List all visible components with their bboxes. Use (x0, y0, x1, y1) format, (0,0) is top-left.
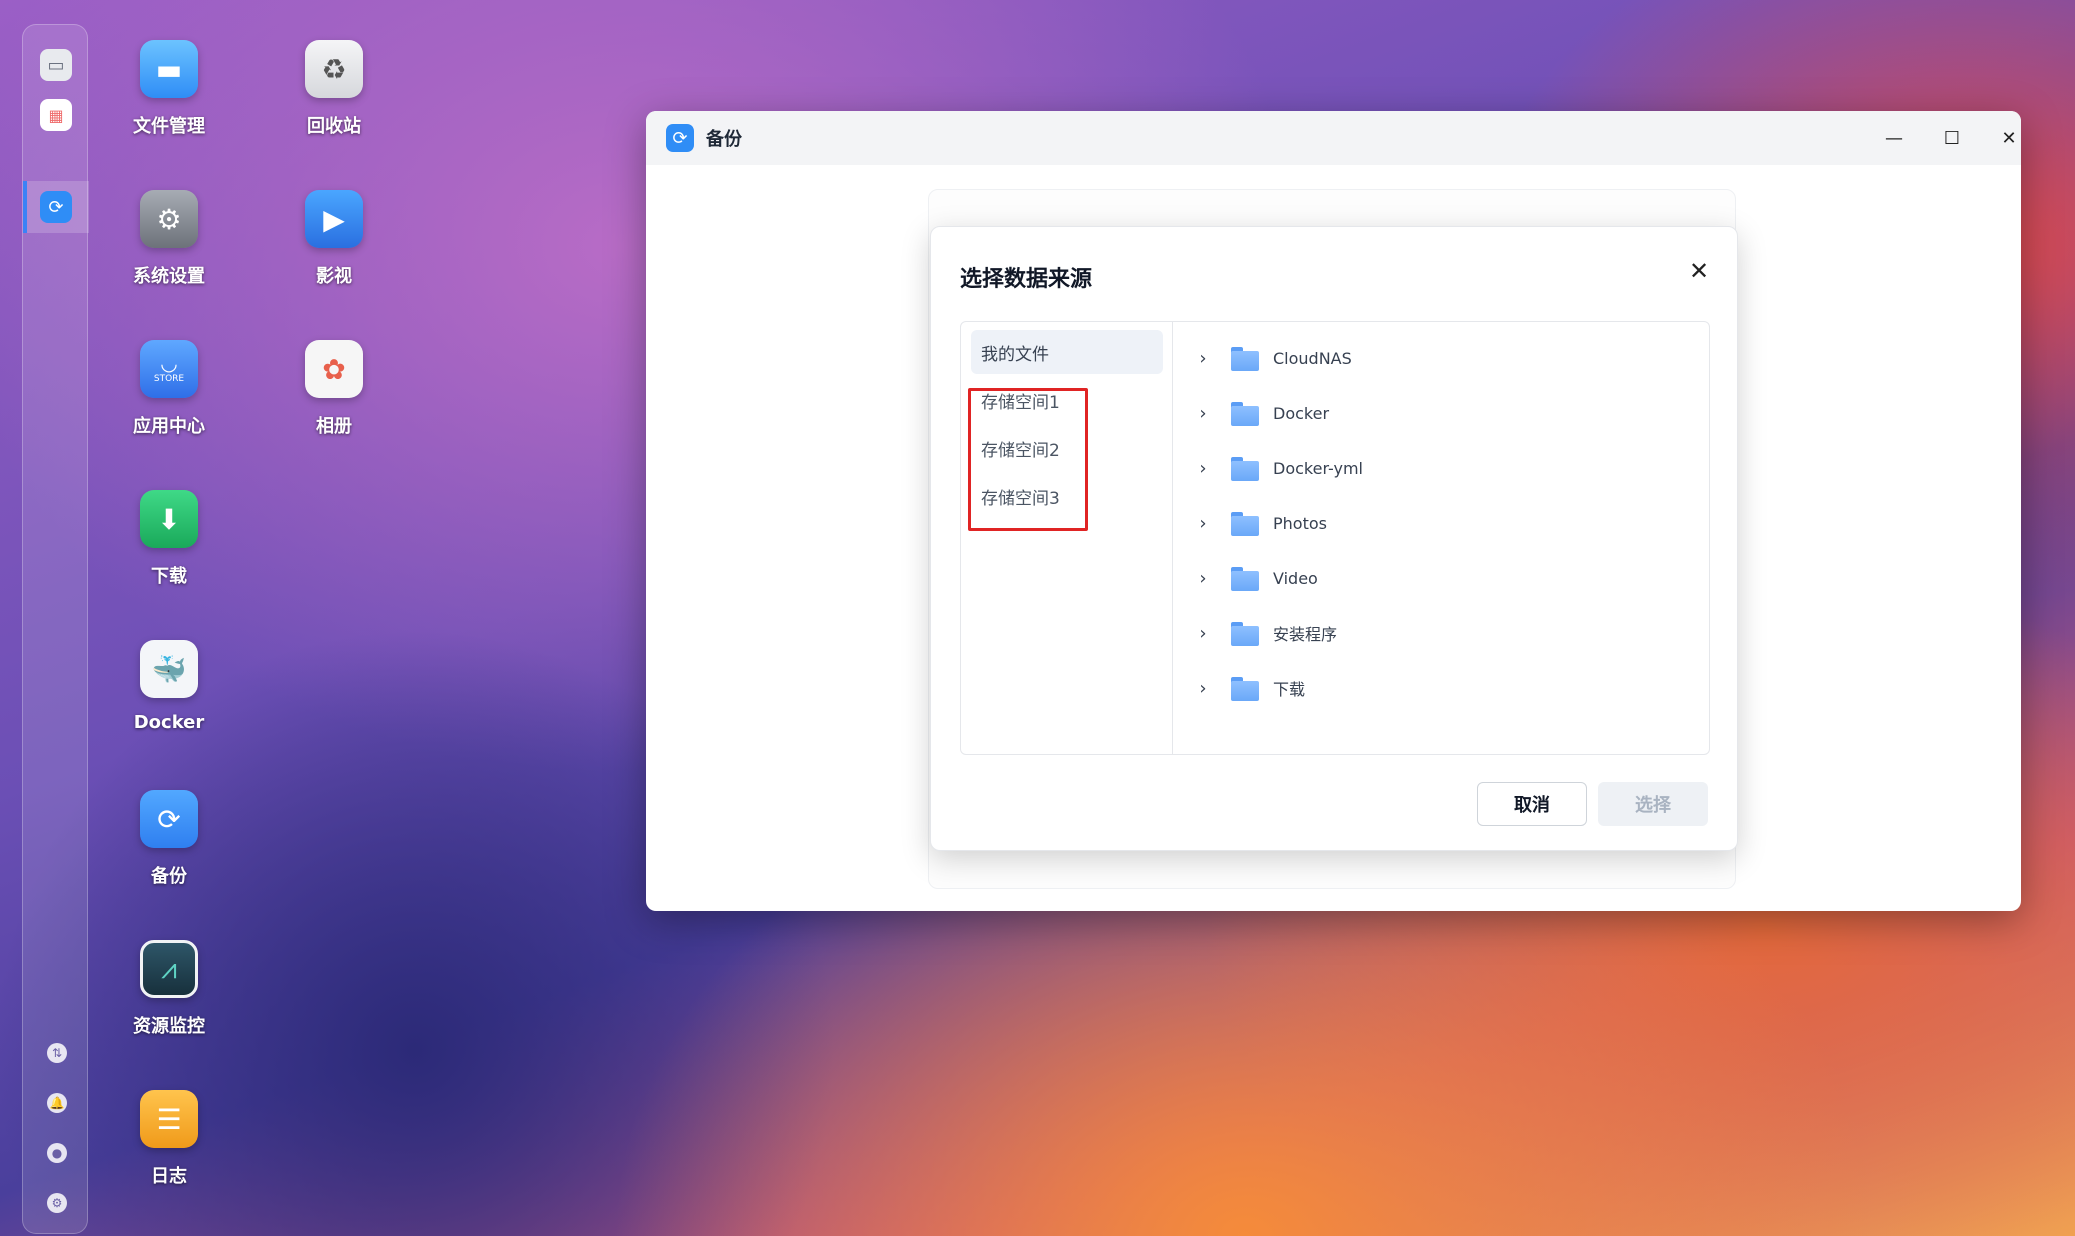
gear-icon: ⚙ (140, 190, 198, 248)
source-list: 我的文件 存储空间1 存储空间2 存储空间3 (961, 322, 1173, 754)
cancel-button[interactable]: 取消 (1477, 782, 1587, 826)
desktop-photos[interactable]: ✿ 相册 (269, 340, 399, 438)
photos-icon: ✿ (305, 340, 363, 398)
chevron-right-icon[interactable]: › (1191, 348, 1215, 369)
dock: ▭ ▦ ⟳ ⇅ 🔔 ● ⚙ (22, 24, 89, 1234)
dock-transfer-icon[interactable]: ⇅ (47, 1043, 67, 1063)
desktop-icon-label: 下载 (151, 566, 187, 587)
folder-name: 下载 (1273, 680, 1306, 699)
chevron-right-icon[interactable]: › (1191, 678, 1215, 699)
select-source-dialog: 选择数据来源 ✕ 我的文件 存储空间1 存储空间2 存储空间3 › CloudN… (930, 226, 1738, 851)
window-titlebar[interactable]: ⟳ 备份 — ☐ ✕ (646, 111, 2021, 165)
folder-name: 安装程序 (1273, 625, 1338, 644)
folder-icon (1231, 677, 1259, 701)
folder-name: Video (1273, 568, 1318, 588)
desktop-icon-label: 影视 (316, 266, 352, 287)
user-icon[interactable]: ● (47, 1143, 67, 1163)
store-text: STORE (153, 374, 185, 384)
folder-icon (1231, 622, 1259, 646)
list-item[interactable]: › Docker (1191, 393, 1329, 433)
chevron-right-icon[interactable]: › (1191, 403, 1215, 424)
video-icon: ▶ (305, 190, 363, 248)
dialog-close-icon[interactable]: ✕ (1683, 255, 1715, 287)
folder-name: Docker (1273, 403, 1330, 423)
list-item[interactable]: › CloudNAS (1191, 338, 1352, 378)
chevron-right-icon[interactable]: › (1191, 568, 1215, 589)
desktop-icon-label: 日志 (151, 1166, 187, 1187)
desktop-icon[interactable]: ▭ (40, 49, 72, 81)
desktop-icon-label: 备份 (151, 866, 187, 887)
close-button[interactable]: ✕ (1994, 123, 2021, 153)
backup-app-icon: ⟳ (666, 124, 694, 152)
list-item[interactable]: › 下载 (1191, 668, 1305, 708)
desktop-icon-label: 资源监控 (133, 1016, 205, 1037)
docker-icon: 🐳 (140, 640, 198, 698)
folder-icon (1231, 347, 1259, 371)
desktop-icon-label: 应用中心 (133, 416, 205, 437)
folder-icon (1231, 402, 1259, 426)
desktop-resource-monitor[interactable]: ⩘ 资源监控 (104, 940, 234, 1038)
source-item-my-files[interactable]: 我的文件 (971, 330, 1163, 374)
monitor-icon: ⩘ (140, 940, 198, 998)
window-title: 备份 (706, 129, 742, 150)
desktop-logs[interactable]: ☰ 日志 (104, 1090, 234, 1188)
chevron-right-icon[interactable]: › (1191, 513, 1215, 534)
dialog-title: 选择数据来源 (960, 267, 1093, 292)
store-icon: ◡ STORE (140, 340, 198, 398)
settings-icon[interactable]: ⚙ (47, 1193, 67, 1213)
folder-icon: ▬ (140, 40, 198, 98)
download-icon: ⬇ (140, 490, 198, 548)
folder-list: › CloudNAS › Docker › Docker-yml › Photo… (1173, 322, 1709, 754)
log-icon: ☰ (140, 1090, 198, 1148)
chevron-right-icon[interactable]: › (1191, 458, 1215, 479)
folder-name: Photos (1273, 513, 1327, 533)
folder-icon (1231, 567, 1259, 591)
desktop-download[interactable]: ⬇ 下载 (104, 490, 234, 588)
desktop-video[interactable]: ▶ 影视 (269, 190, 399, 288)
list-item[interactable]: › Photos (1191, 503, 1327, 543)
desktop-file-manager[interactable]: ▬ 文件管理 (104, 40, 234, 138)
select-button[interactable]: 选择 (1598, 782, 1708, 826)
desktop-icon-label: 相册 (316, 416, 352, 437)
desktop-icon-label: 文件管理 (133, 116, 205, 137)
desktop-icon-label: 系统设置 (133, 266, 205, 287)
desktop-recycle-bin[interactable]: ♻ 回收站 (269, 40, 399, 138)
desktop-system-settings[interactable]: ⚙ 系统设置 (104, 190, 234, 288)
list-item[interactable]: › 安装程序 (1191, 613, 1337, 653)
maximize-button[interactable]: ☐ (1937, 123, 1967, 153)
desktop-backup[interactable]: ⟳ 备份 (104, 790, 234, 888)
source-panel: 我的文件 存储空间1 存储空间2 存储空间3 › CloudNAS › Dock… (960, 321, 1710, 755)
folder-icon (1231, 512, 1259, 536)
backup-icon: ⟳ (140, 790, 198, 848)
folder-name: Docker-yml (1273, 458, 1363, 478)
desktop-icon-label: Docker (133, 712, 205, 733)
desktop-icon-label: 回收站 (307, 116, 361, 137)
desktop-app-center[interactable]: ◡ STORE 应用中心 (104, 340, 234, 438)
chevron-right-icon[interactable]: › (1191, 623, 1215, 644)
folder-icon (1231, 457, 1259, 481)
list-item[interactable]: › Docker-yml (1191, 448, 1363, 488)
highlight-annotation-box (968, 388, 1088, 531)
apps-grid-icon[interactable]: ▦ (40, 99, 72, 131)
dock-backup-icon[interactable]: ⟳ (40, 191, 72, 223)
desktop-docker[interactable]: 🐳 Docker (104, 640, 234, 733)
list-item[interactable]: › Video (1191, 558, 1318, 598)
recycle-icon: ♻ (305, 40, 363, 98)
minimize-button[interactable]: — (1879, 123, 1909, 153)
folder-name: CloudNAS (1273, 348, 1352, 368)
bell-icon[interactable]: 🔔 (47, 1093, 67, 1113)
